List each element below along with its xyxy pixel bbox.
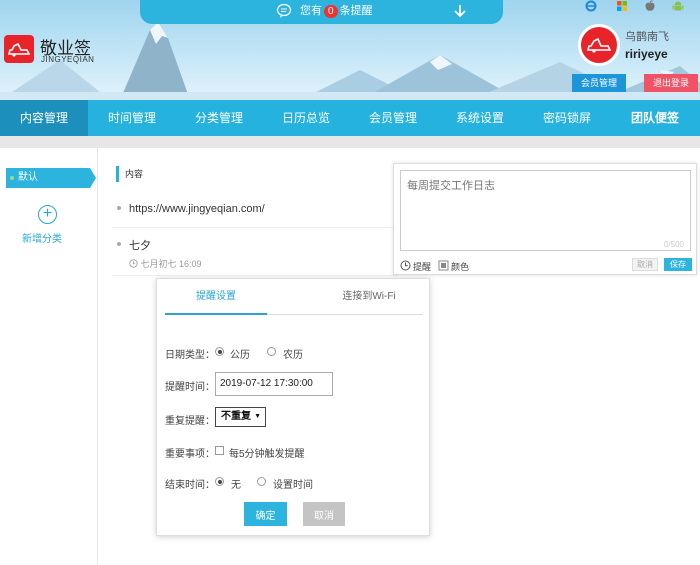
dialog-tabs: 提醒设置 连接到Wi-Fi (165, 279, 423, 315)
reminder-settings-dialog: 提醒设置 连接到Wi-Fi 日期类型： 公历 农历 提醒时间： 2019-07-… (156, 278, 430, 536)
cloud-car-logo-icon (7, 42, 31, 57)
notice-count-badge: 0 (324, 5, 338, 18)
radio-solar[interactable] (215, 347, 224, 356)
date-type-label: 日期类型： (165, 350, 215, 361)
remind-time-input[interactable]: 2019-07-12 17:30:00 (215, 372, 333, 396)
remind-time-label: 提醒时间： (165, 382, 215, 393)
tab-wifi[interactable]: 连接到Wi-Fi (315, 279, 423, 315)
end-time-label: 结束时间： (165, 480, 215, 491)
important-label: 重要事项： (165, 449, 215, 460)
user-nickname: 乌鹊南飞 (625, 31, 669, 43)
active-dot-icon (10, 176, 14, 180)
logo[interactable] (4, 35, 34, 63)
repeat-select[interactable]: 不重复 ▼ (215, 407, 266, 427)
os-download-icons (585, 0, 695, 14)
nav-item-content[interactable]: 内容管理 (0, 100, 88, 136)
list-item-text: 七夕 (129, 240, 151, 252)
sub-bar (0, 136, 700, 148)
nav-item-calendar[interactable]: 日历总览 (262, 100, 350, 136)
nav-item-time[interactable]: 时间管理 (88, 100, 176, 136)
radio-end-none-label: 无 (231, 480, 241, 491)
list-item-text: https://www.jingyeqian.com/ (129, 203, 265, 215)
android-icon[interactable] (672, 0, 684, 12)
repeat-label: 重复提醒： (165, 416, 215, 427)
clock-icon (129, 259, 138, 268)
header: 您有 0 条提醒 敬业签 JINGYEQIAN 乌鹊南飞 ririyeye 会员… (0, 0, 700, 100)
pointer-tail (90, 168, 96, 188)
avatar-cloud-icon (586, 37, 612, 53)
cancel-button[interactable]: 取消 (303, 502, 345, 526)
nav-item-category[interactable]: 分类管理 (176, 100, 262, 136)
nav-item-settings[interactable]: 系统设置 (436, 100, 524, 136)
clock-icon (400, 260, 411, 271)
important-option-label: 每5分钟触发提醒 (229, 449, 305, 460)
add-category-button[interactable]: 新增分类 (22, 230, 62, 245)
plus-circle-icon[interactable]: + (38, 205, 57, 224)
note-input[interactable] (400, 170, 691, 251)
radio-end-set[interactable] (257, 477, 266, 486)
color-square-icon (438, 260, 449, 271)
repeat-select-value: 不重复 (221, 411, 251, 422)
avatar[interactable] (578, 24, 620, 66)
list-item-meta: 七月初七 16:09 (129, 257, 202, 270)
confirm-button[interactable]: 确定 (244, 502, 287, 526)
list-item[interactable]: https://www.jingyeqian.com/ (112, 200, 398, 228)
important-checkbox[interactable] (215, 446, 224, 455)
radio-solar-label: 公历 (230, 350, 250, 361)
caret-down-icon: ▼ (254, 413, 261, 420)
notice-prefix: 您有 (300, 5, 322, 17)
radio-lunar[interactable] (267, 347, 276, 356)
main-nav: 内容管理 时间管理 分类管理 日历总览 会员管理 系统设置 密码锁屏 团队便签 (0, 100, 700, 136)
nav-item-lock[interactable]: 密码锁屏 (524, 100, 610, 136)
windows-icon[interactable] (616, 0, 628, 12)
brand-subtitle: JINGYEQIAN (41, 55, 95, 64)
apple-icon[interactable] (644, 0, 656, 12)
char-counter: 0/500 (663, 240, 684, 249)
note-editor: 0/500 提醒 颜色 取消 保存 (393, 163, 697, 275)
arrow-down-icon[interactable] (453, 3, 467, 19)
logout-button[interactable]: 退出登录 (644, 74, 698, 92)
editor-save-button[interactable]: 保存 (664, 258, 692, 271)
radio-end-set-label: 设置时间 (273, 480, 313, 491)
bullet-icon (117, 206, 121, 210)
notice-suffix: 条提醒 (339, 5, 373, 17)
ie-icon[interactable] (585, 0, 597, 12)
radio-end-none[interactable] (215, 477, 224, 486)
remind-label: 提醒 (413, 262, 432, 272)
user-username: ririyeye (625, 47, 668, 61)
radio-lunar-label: 农历 (283, 350, 303, 361)
sidebar: 默认 + 新增分类 (0, 148, 98, 565)
bullet-icon (117, 242, 121, 246)
member-management-button[interactable]: 会员管理 (572, 74, 626, 92)
sidebar-item-label: 默认 (18, 172, 38, 183)
notice-text: 您有 0 条提醒 (300, 0, 373, 22)
nav-item-team[interactable]: 团队便签 (610, 100, 700, 136)
nav-item-membership[interactable]: 会员管理 (350, 100, 436, 136)
list-item-time: 七月初七 16:09 (140, 259, 202, 269)
color-label: 颜色 (451, 262, 470, 272)
sidebar-item-default[interactable]: 默认 (6, 168, 96, 188)
content-column-header: 内容 (116, 166, 406, 182)
chat-bubble-icon (276, 3, 292, 18)
list-item[interactable]: 七夕 七月初七 16:09 (112, 236, 398, 276)
tab-reminder-settings[interactable]: 提醒设置 (165, 279, 267, 315)
reminder-notice-bar[interactable]: 您有 0 条提醒 (140, 0, 503, 24)
editor-cancel-button[interactable]: 取消 (632, 258, 658, 271)
